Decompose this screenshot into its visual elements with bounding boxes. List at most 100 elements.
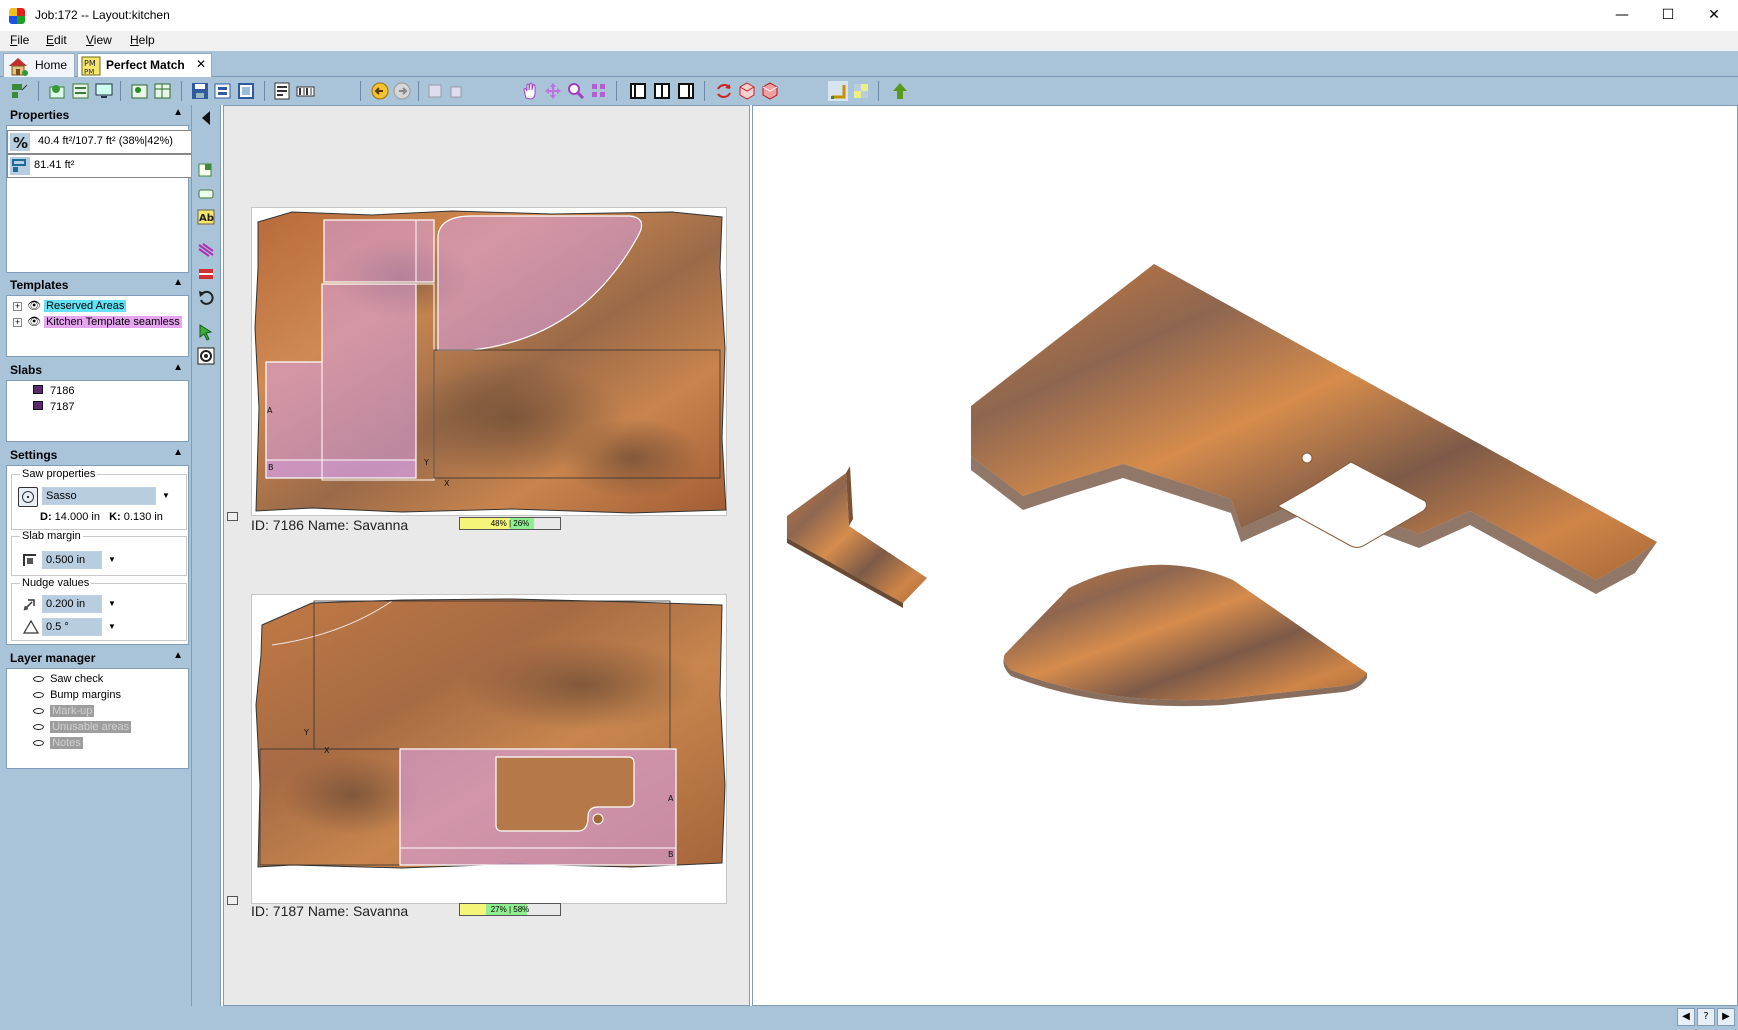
barcode-icon[interactable] (295, 81, 315, 101)
minimize-button[interactable]: — (1599, 0, 1645, 31)
seam-icon[interactable] (197, 241, 215, 259)
layout-single-icon[interactable] (628, 81, 648, 101)
cube-icon[interactable] (737, 81, 757, 101)
layer-eye-icon[interactable] (33, 676, 44, 683)
layer-item-notes[interactable]: Notes (33, 737, 83, 749)
eye-icon[interactable]: 👁 (27, 316, 41, 328)
backsplash-piece[interactable] (787, 473, 927, 603)
layer-item-unusable-areas[interactable]: Unusable areas (33, 721, 132, 733)
layer-item-saw-check[interactable]: Saw check (33, 673, 103, 685)
margin-input[interactable]: 0.500 in (42, 551, 102, 569)
template-item-kitchen[interactable]: + 👁 Kitchen Template seamless (13, 315, 182, 328)
text-icon[interactable]: Ab (197, 208, 215, 226)
help-icon[interactable]: ? (1697, 1008, 1715, 1026)
slab-item[interactable]: 7186 (33, 385, 75, 397)
checker-icon[interactable] (851, 81, 871, 101)
tab-close-icon[interactable]: ✕ (196, 57, 206, 71)
slab-view-7187[interactable]: A B Y X (251, 594, 727, 904)
slab-margin-group: Slab margin 0.500 in ▼ (11, 530, 187, 576)
slab-view-7186[interactable]: A B Y X (251, 207, 727, 516)
menu-edit[interactable]: Edit (46, 33, 67, 47)
saw-layout-icon[interactable] (10, 81, 30, 101)
slab-select-checkbox[interactable] (227, 512, 238, 521)
tab-perfect-match[interactable]: PM PM Perfect Match ✕ (77, 53, 212, 77)
layer-eye-icon[interactable] (33, 740, 44, 747)
rectangle-icon[interactable] (197, 185, 215, 203)
next-icon[interactable]: ▶ (1717, 1008, 1735, 1026)
collapse-icon[interactable]: ▲ (173, 362, 183, 373)
move-icon[interactable] (543, 81, 563, 101)
corner-piece[interactable] (1003, 564, 1367, 701)
collapse-icon[interactable]: ▲ (173, 447, 183, 458)
collapse-icon[interactable]: ▲ (173, 107, 183, 118)
close-button[interactable]: ✕ (1691, 0, 1737, 31)
prev-icon[interactable]: ◀ (1677, 1008, 1695, 1026)
menu-file[interactable]: File (10, 33, 29, 47)
layout-split-icon[interactable] (652, 81, 672, 101)
maximize-button[interactable]: ☐ (1645, 0, 1691, 31)
3d-render[interactable] (753, 106, 1738, 1007)
print-icon[interactable] (213, 81, 233, 101)
tab-home[interactable]: Home (3, 53, 75, 77)
menu-help[interactable]: Help (130, 33, 155, 47)
properties-header[interactable]: Properties ▲ (6, 106, 189, 124)
layer-item-bump-margins[interactable]: Bump margins (33, 689, 121, 701)
paste-icon[interactable] (446, 81, 466, 101)
edge-icon[interactable] (197, 265, 215, 283)
dropdown-arrow-icon[interactable]: ▼ (104, 618, 120, 636)
slab-image[interactable]: A B Y X (252, 595, 728, 905)
slab-image-icon[interactable] (130, 81, 150, 101)
save-icon[interactable] (190, 81, 210, 101)
nudge-distance-input[interactable]: 0.200 in (42, 595, 102, 613)
slab-select-checkbox[interactable] (227, 896, 238, 905)
rotate-icon[interactable] (714, 81, 734, 101)
select-icon[interactable] (197, 323, 215, 341)
collapse-left-icon[interactable] (197, 109, 215, 127)
undo-icon[interactable] (197, 289, 215, 307)
eye-icon[interactable]: 👁 (27, 300, 41, 312)
pan-hand-icon[interactable] (520, 81, 540, 101)
layer-eye-icon[interactable] (33, 692, 44, 699)
slab-item[interactable]: 7187 (33, 401, 75, 413)
templates-header[interactable]: Templates ▲ (6, 276, 189, 294)
report-icon[interactable] (272, 81, 292, 101)
monitor-icon[interactable] (94, 81, 114, 101)
slab-list-icon[interactable] (71, 81, 91, 101)
3d-preview[interactable] (752, 105, 1738, 1006)
template-item-reserved[interactable]: + 👁 Reserved Areas (13, 299, 127, 312)
dropdown-arrow-icon[interactable]: ▼ (104, 595, 120, 613)
menu-view[interactable]: View (86, 33, 112, 47)
expand-icon[interactable]: + (13, 302, 22, 311)
collapse-icon[interactable]: ▲ (173, 650, 183, 661)
layer-eye-icon[interactable] (33, 724, 44, 731)
collapse-icon[interactable]: ▲ (173, 277, 183, 288)
snap-icon[interactable] (828, 81, 848, 101)
layer-eye-icon[interactable] (33, 708, 44, 715)
nudge-angle-input[interactable]: 0.5 ° (42, 618, 102, 636)
tab-home-label: Home (35, 58, 68, 72)
countertop-main[interactable] (971, 264, 1657, 580)
layout-right-icon[interactable] (676, 81, 696, 101)
dropdown-arrow-icon[interactable]: ▼ (104, 551, 120, 569)
add-piece-icon[interactable] (197, 161, 215, 179)
layer-item-mark-up[interactable]: Mark-up (33, 705, 95, 717)
forward-arrow-icon[interactable] (392, 81, 412, 101)
back-arrow-icon[interactable] (370, 81, 390, 101)
slabs-header[interactable]: Slabs ▲ (6, 361, 189, 379)
saw-select[interactable]: Sasso (42, 487, 156, 505)
grid-icon[interactable] (589, 81, 609, 101)
slab-image[interactable]: A B Y X (252, 208, 728, 517)
dropdown-arrow-icon[interactable]: ▼ (158, 487, 174, 505)
export-icon[interactable] (236, 81, 256, 101)
up-arrow-icon[interactable] (890, 81, 910, 101)
settings-header[interactable]: Settings ▲ (6, 446, 189, 464)
zoom-icon[interactable] (566, 81, 586, 101)
template-piece[interactable] (323, 219, 435, 283)
layer-manager-header[interactable]: Layer manager ▲ (6, 649, 189, 667)
expand-icon[interactable]: + (13, 318, 22, 327)
copy-icon[interactable] (425, 81, 445, 101)
cube-solid-icon[interactable] (760, 81, 780, 101)
slab-table-icon[interactable] (153, 81, 173, 101)
target-icon[interactable] (197, 347, 215, 365)
add-slab-icon[interactable] (48, 81, 68, 101)
